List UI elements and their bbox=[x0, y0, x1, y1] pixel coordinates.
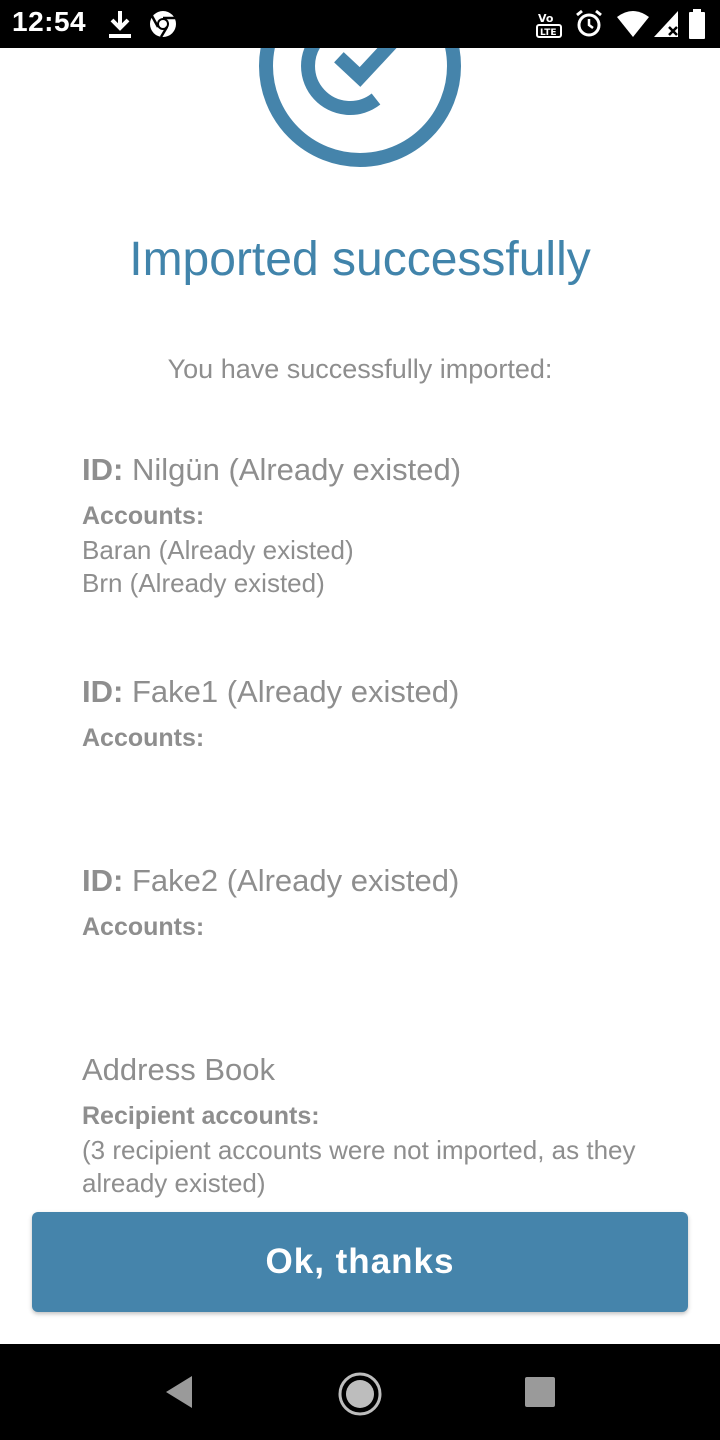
accounts-label: Accounts: bbox=[82, 724, 205, 752]
address-book-title: Address Book bbox=[82, 1052, 275, 1087]
check-circle-icon bbox=[259, 48, 461, 167]
identity-line: ID: Nilgün (Already existed) bbox=[82, 448, 642, 492]
volte-icon: Vo LTE bbox=[536, 12, 562, 38]
account-item: Baran (Already existed) bbox=[82, 535, 354, 565]
ok-thanks-button[interactable]: Ok, thanks bbox=[32, 1212, 688, 1312]
identity-line: ID: Fake2 (Already existed) bbox=[82, 859, 642, 903]
chrome-icon bbox=[150, 11, 176, 38]
identity-block: ID: Fake2 (Already existed) Accounts: bbox=[82, 859, 642, 945]
account-item: Brn (Already existed) bbox=[82, 568, 325, 598]
navigation-bar bbox=[0, 1344, 720, 1440]
wifi-icon bbox=[617, 11, 649, 37]
id-prefix: ID: bbox=[82, 674, 124, 709]
page-subtitle: You have successfully imported: bbox=[167, 354, 553, 384]
accounts-label: Accounts: bbox=[82, 913, 205, 941]
id-value: Fake2 (Already existed) bbox=[123, 863, 460, 898]
identity-line: ID: Fake1 (Already existed) bbox=[82, 670, 642, 714]
cellular-icon bbox=[654, 11, 678, 37]
status-bar: 12:54 Vo LTE bbox=[0, 0, 720, 48]
id-value: Nilgün (Already existed) bbox=[123, 452, 462, 487]
address-book-block: Address Book Recipient accounts: (3 reci… bbox=[82, 1048, 642, 1200]
id-prefix: ID: bbox=[82, 452, 124, 487]
recipient-accounts-label: Recipient accounts: bbox=[82, 1102, 320, 1130]
recipient-accounts-note: (3 recipient accounts were not imported,… bbox=[82, 1135, 636, 1198]
back-icon[interactable] bbox=[160, 1372, 200, 1412]
recents-icon[interactable] bbox=[524, 1376, 556, 1408]
alarm-icon bbox=[576, 9, 602, 37]
accounts-label: Accounts: bbox=[82, 502, 205, 530]
home-icon[interactable] bbox=[336, 1370, 384, 1418]
svg-text:Vo: Vo bbox=[538, 12, 554, 25]
identity-block: ID: Nilgün (Already existed) Accounts: B… bbox=[82, 448, 642, 600]
identity-block: ID: Fake1 (Already existed) Accounts: bbox=[82, 670, 642, 756]
status-time: 12:54 bbox=[12, 6, 87, 37]
id-prefix: ID: bbox=[82, 863, 124, 898]
battery-icon bbox=[689, 9, 705, 39]
svg-text:LTE: LTE bbox=[540, 28, 557, 38]
page-title: Imported successfully bbox=[129, 233, 591, 286]
import-result-screen: Imported successfully You have successfu… bbox=[0, 48, 720, 1344]
download-icon bbox=[109, 11, 131, 38]
id-value: Fake1 (Already existed) bbox=[123, 674, 460, 709]
